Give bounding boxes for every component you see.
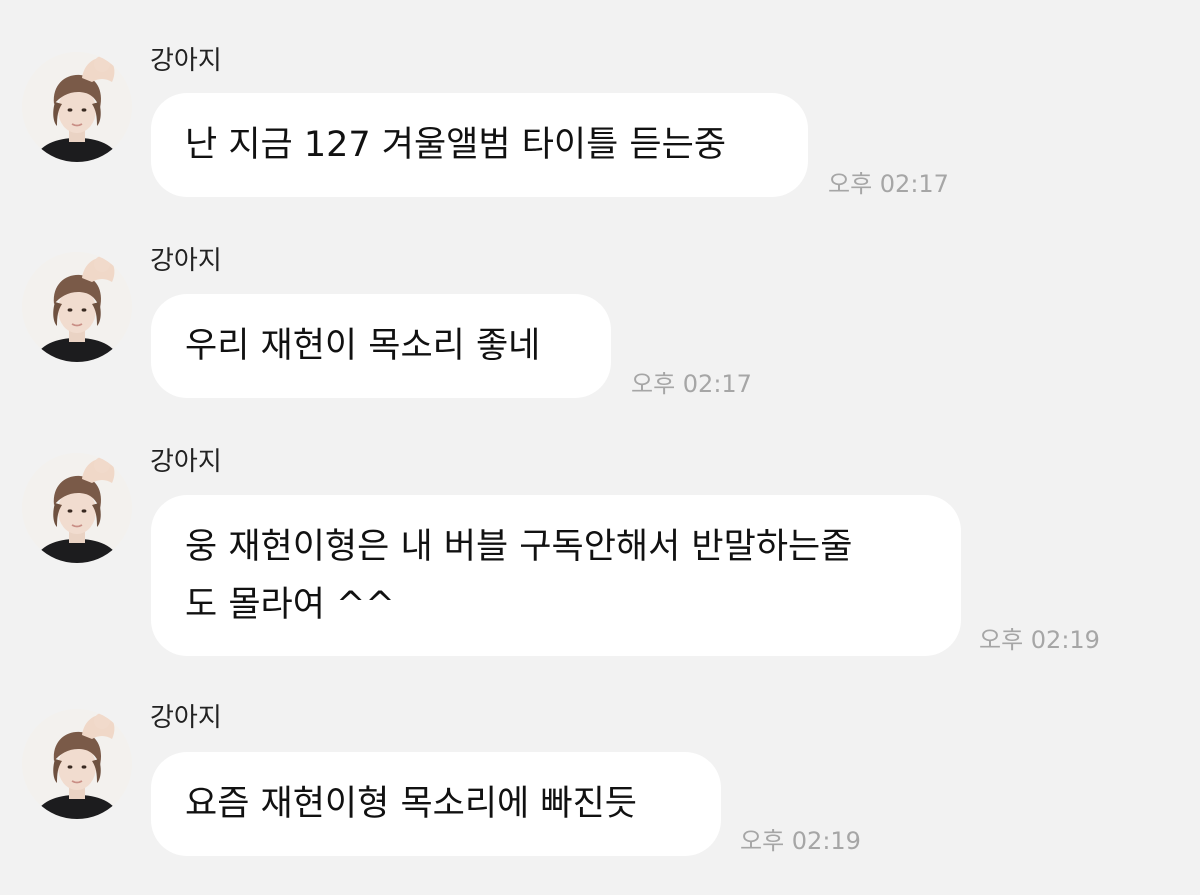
message-text: 우리 재현이 목소리 좋네 (185, 326, 541, 366)
avatar[interactable] (22, 453, 132, 563)
message-timestamp: 오후 02:19 (979, 626, 1100, 654)
message-timestamp: 오후 02:17 (828, 170, 949, 198)
message-line: 도 몰라여 ^^ (185, 584, 395, 625)
sender-name: 강아지 (150, 703, 222, 733)
sender-name: 강아지 (150, 447, 222, 477)
message-bubble[interactable]: 요즘 재현이형 목소리에 빠진듯 (151, 752, 721, 856)
profile-photo-icon (22, 252, 132, 362)
profile-photo-icon (22, 709, 132, 819)
message-timestamp: 오후 02:17 (631, 370, 752, 398)
avatar[interactable] (22, 709, 132, 819)
message-timestamp: 오후 02:19 (740, 827, 861, 855)
message-text: 요즘 재현이형 목소리에 빠진듯 (185, 784, 637, 824)
message-line: 웅 재현이형은 내 버블 구독안해서 반말하는줄 (185, 526, 853, 567)
message-bubble[interactable]: 난 지금 127 겨울앨범 타이틀 듣는중 (151, 93, 808, 197)
profile-photo-icon (22, 52, 132, 162)
message-text: 웅 재현이형은 내 버블 구독안해서 반말하는줄 도 몰라여 ^^ (185, 518, 852, 634)
message-bubble[interactable]: 웅 재현이형은 내 버블 구독안해서 반말하는줄 도 몰라여 ^^ (151, 495, 961, 656)
profile-photo-icon (22, 453, 132, 563)
message-text: 난 지금 127 겨울앨범 타이틀 듣는중 (185, 125, 727, 165)
sender-name: 강아지 (150, 246, 222, 276)
message-bubble[interactable]: 우리 재현이 목소리 좋네 (151, 294, 611, 398)
sender-name: 강아지 (150, 46, 222, 76)
avatar[interactable] (22, 52, 132, 162)
avatar[interactable] (22, 252, 132, 362)
